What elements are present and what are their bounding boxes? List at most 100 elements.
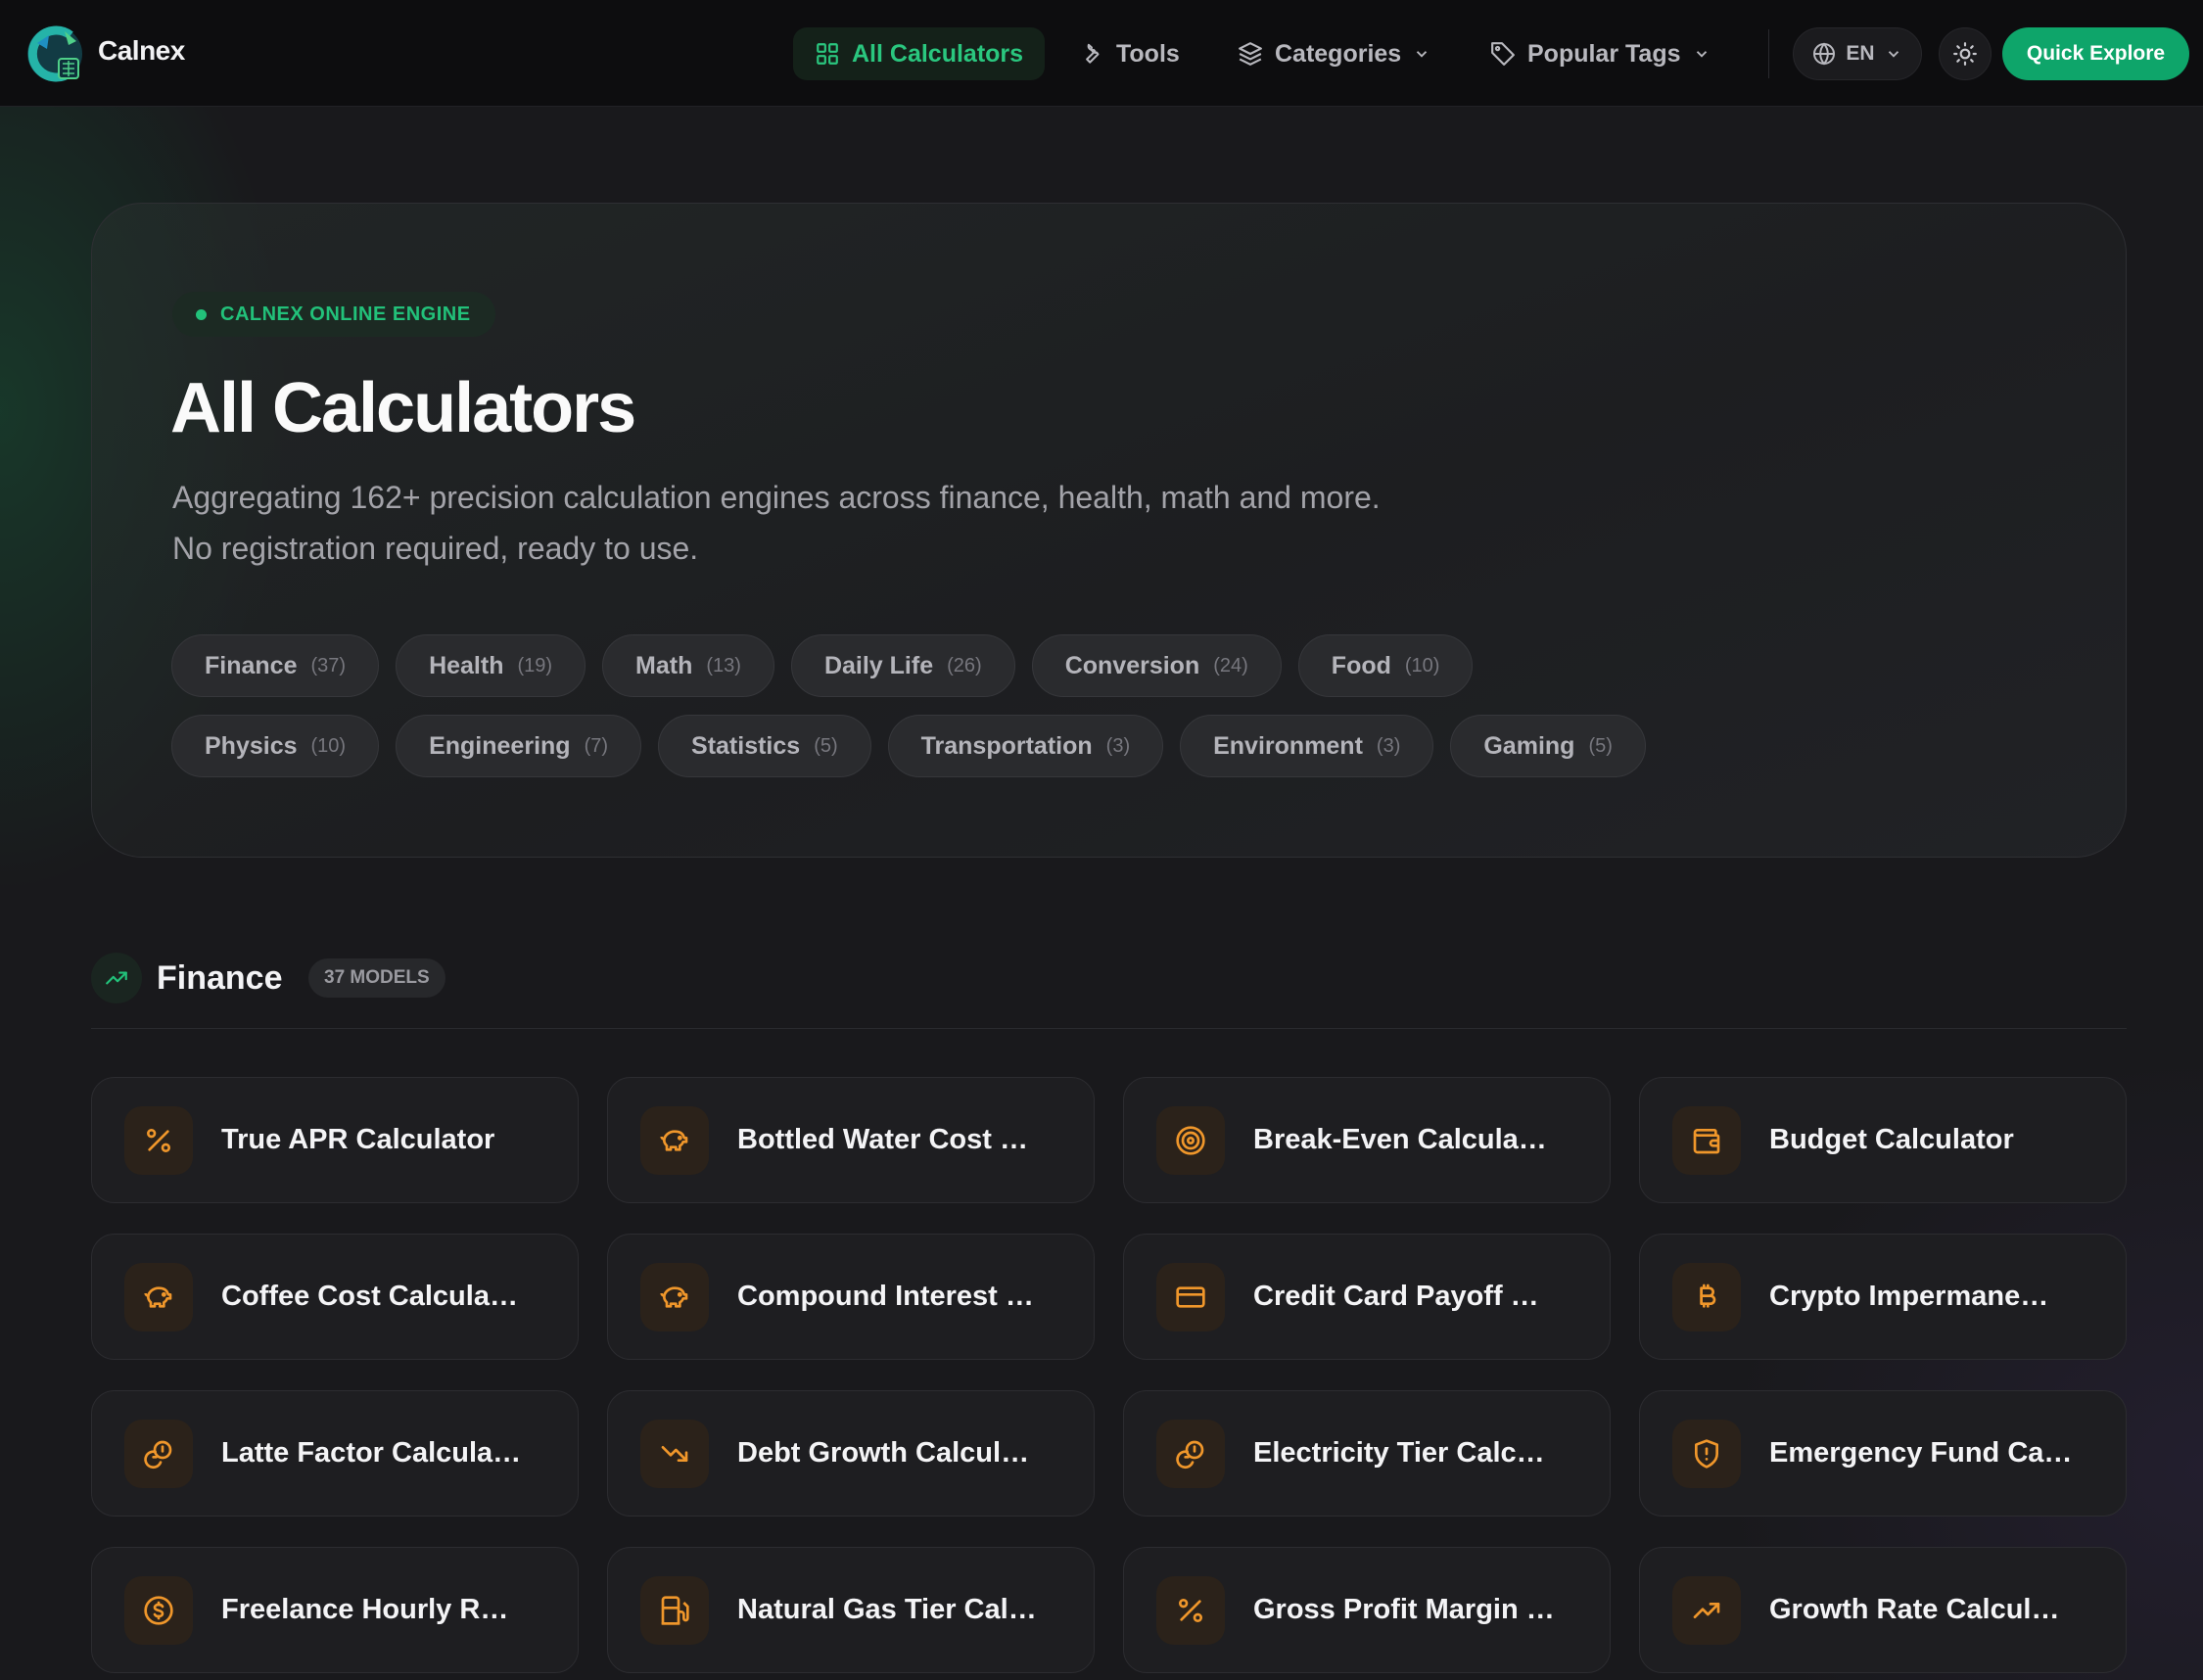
chip-statistics[interactable]: Statistics (5) — [658, 715, 871, 777]
nav-tools[interactable]: Tools — [1057, 27, 1201, 80]
nav-item-label: All Calculators — [852, 39, 1024, 68]
calculator-card-budget[interactable]: Budget Calculator — [1639, 1077, 2127, 1203]
chip-count: (3) — [1105, 734, 1131, 757]
tag-icon — [1491, 42, 1515, 66]
calnex-logo-icon[interactable] — [25, 23, 84, 84]
card-title: Break-Even Calcula… — [1253, 1124, 1547, 1155]
trending-up-icon — [106, 971, 127, 985]
card-title: Electricity Tier Calc… — [1253, 1437, 1545, 1469]
chip-label: Environment — [1213, 731, 1363, 760]
credit-card-icon — [1176, 1285, 1205, 1308]
hero-panel: CALNEX ONLINE ENGINE All Calculators Agg… — [91, 203, 2127, 858]
calculator-card-latte-factor[interactable]: Latte Factor Calcula… — [91, 1390, 579, 1517]
dollar-circle-icon — [144, 1595, 173, 1625]
card-icon-wrap — [1156, 1575, 1225, 1645]
chip-finance[interactable]: Finance (37) — [171, 634, 380, 697]
chevron-down-icon — [1888, 51, 1898, 58]
calculator-card-growth-rate[interactable]: Growth Rate Calcul… — [1639, 1547, 2127, 1673]
chip-label: Statistics — [691, 731, 801, 760]
card-title: Emergency Fund Ca… — [1769, 1437, 2073, 1469]
calculator-card-compound-interest[interactable]: Compound Interest … — [607, 1234, 1095, 1360]
calculator-card-gross-profit-margin[interactable]: Gross Profit Margin … — [1123, 1547, 1611, 1673]
card-icon-wrap — [640, 1575, 709, 1645]
chip-food[interactable]: Food (10) — [1297, 634, 1474, 697]
chip-label: Daily Life — [823, 651, 934, 679]
chip-daily-life[interactable]: Daily Life (26) — [790, 634, 1015, 697]
piggy-bank-icon — [144, 1285, 172, 1308]
chip-count: (13) — [706, 654, 741, 677]
chip-health[interactable]: Health (19) — [396, 634, 586, 697]
nav-divider — [1768, 29, 1769, 78]
calculator-card-electricity-tier[interactable]: Electricity Tier Calc… — [1123, 1390, 1611, 1517]
card-icon-wrap — [124, 1262, 193, 1331]
chip-transportation[interactable]: Transportation (3) — [887, 715, 1164, 777]
calculator-card-bottled-water[interactable]: Bottled Water Cost … — [607, 1077, 1095, 1203]
chip-label: Transportation — [920, 731, 1093, 760]
chevron-down-icon — [1696, 51, 1707, 58]
card-icon-wrap — [1156, 1262, 1225, 1331]
chip-gaming[interactable]: Gaming (5) — [1450, 715, 1646, 777]
chip-label: Finance — [205, 651, 298, 679]
calculator-card-freelance-hourly[interactable]: Freelance Hourly R… — [91, 1547, 579, 1673]
card-icon-wrap — [1156, 1105, 1225, 1175]
chip-count: (5) — [814, 734, 838, 757]
chip-row-1: Finance (37) Health (19) Math (13) Daily Li… — [171, 634, 2032, 697]
sun-icon — [1953, 42, 1977, 66]
chip-label: Conversion — [1064, 651, 1200, 679]
description-line-1: Aggregating 162+ precision calculation e… — [172, 480, 1381, 515]
description-line-2: No registration required, ready to use. — [172, 531, 699, 566]
models-count-badge: 37 MODELS — [308, 958, 445, 998]
calculator-card-break-even[interactable]: Break-Even Calcula… — [1123, 1077, 1611, 1203]
calculator-card-credit-card-payoff[interactable]: Credit Card Payoff … — [1123, 1234, 1611, 1360]
chip-math[interactable]: Math (13) — [602, 634, 774, 697]
chip-count: (37) — [310, 654, 347, 677]
chip-count: (19) — [517, 654, 553, 677]
theme-toggle-button[interactable] — [1939, 27, 1992, 80]
nav-item-label: Tools — [1116, 39, 1180, 68]
chip-environment[interactable]: Environment (3) — [1180, 715, 1434, 777]
grid-icon — [817, 43, 838, 65]
calculator-card-debt-growth[interactable]: Debt Growth Calcul… — [607, 1390, 1095, 1517]
brand-name[interactable]: Calnex — [98, 35, 185, 67]
piggy-bank-icon — [660, 1285, 688, 1308]
calculator-card-emergency-fund[interactable]: Emergency Fund Ca… — [1639, 1390, 2127, 1517]
layers-icon — [1239, 42, 1262, 66]
engine-badge-label: CALNEX ONLINE ENGINE — [220, 303, 471, 325]
card-title: Natural Gas Tier Cal… — [737, 1594, 1037, 1625]
status-dot — [196, 308, 207, 320]
chip-engineering[interactable]: Engineering (7) — [396, 715, 642, 777]
globe-icon — [1813, 42, 1836, 66]
card-title: Gross Profit Margin … — [1253, 1594, 1555, 1625]
percent-icon — [1179, 1598, 1202, 1622]
language-selector[interactable]: EN — [1793, 27, 1922, 80]
calculator-card-crypto-impermanent[interactable]: Crypto Impermane… — [1639, 1234, 2127, 1360]
chip-physics[interactable]: Physics (10) — [171, 715, 380, 777]
shield-alert-icon — [1695, 1438, 1718, 1469]
nav-item-label: Categories — [1275, 39, 1402, 68]
chip-count: (3) — [1376, 734, 1401, 757]
coins-icon — [144, 1440, 172, 1469]
card-icon-wrap — [1156, 1419, 1225, 1488]
card-icon-wrap — [640, 1262, 709, 1331]
quick-explore-button[interactable]: Quick Explore — [2002, 27, 2189, 80]
page-title: All Calculators — [170, 369, 636, 447]
card-title: Compound Interest … — [737, 1281, 1034, 1312]
card-title: Crypto Impermane… — [1769, 1281, 2049, 1312]
card-icon-wrap — [640, 1105, 709, 1175]
card-title: Coffee Cost Calcula… — [221, 1281, 518, 1312]
chip-conversion[interactable]: Conversion (24) — [1031, 634, 1282, 697]
card-icon-wrap — [1672, 1262, 1741, 1331]
nav-categories[interactable]: Categories — [1216, 27, 1452, 80]
coins-icon — [1176, 1440, 1204, 1469]
calculator-card-natural-gas-tier[interactable]: Natural Gas Tier Cal… — [607, 1547, 1095, 1673]
nav-popular-tags[interactable]: Popular Tags — [1469, 27, 1732, 80]
calculator-card-coffee-cost[interactable]: Coffee Cost Calcula… — [91, 1234, 579, 1360]
chip-count: (24) — [1213, 654, 1248, 677]
card-title: Budget Calculator — [1769, 1124, 2014, 1155]
nav-all-calculators[interactable]: All Calculators — [793, 27, 1046, 80]
language-label: EN — [1846, 42, 1875, 65]
engine-badge: CALNEX ONLINE ENGINE — [172, 292, 495, 337]
bitcoin-icon — [1700, 1283, 1716, 1308]
card-title: Latte Factor Calcula… — [221, 1437, 522, 1469]
calculator-card-true-apr[interactable]: True APR Calculator — [91, 1077, 579, 1203]
